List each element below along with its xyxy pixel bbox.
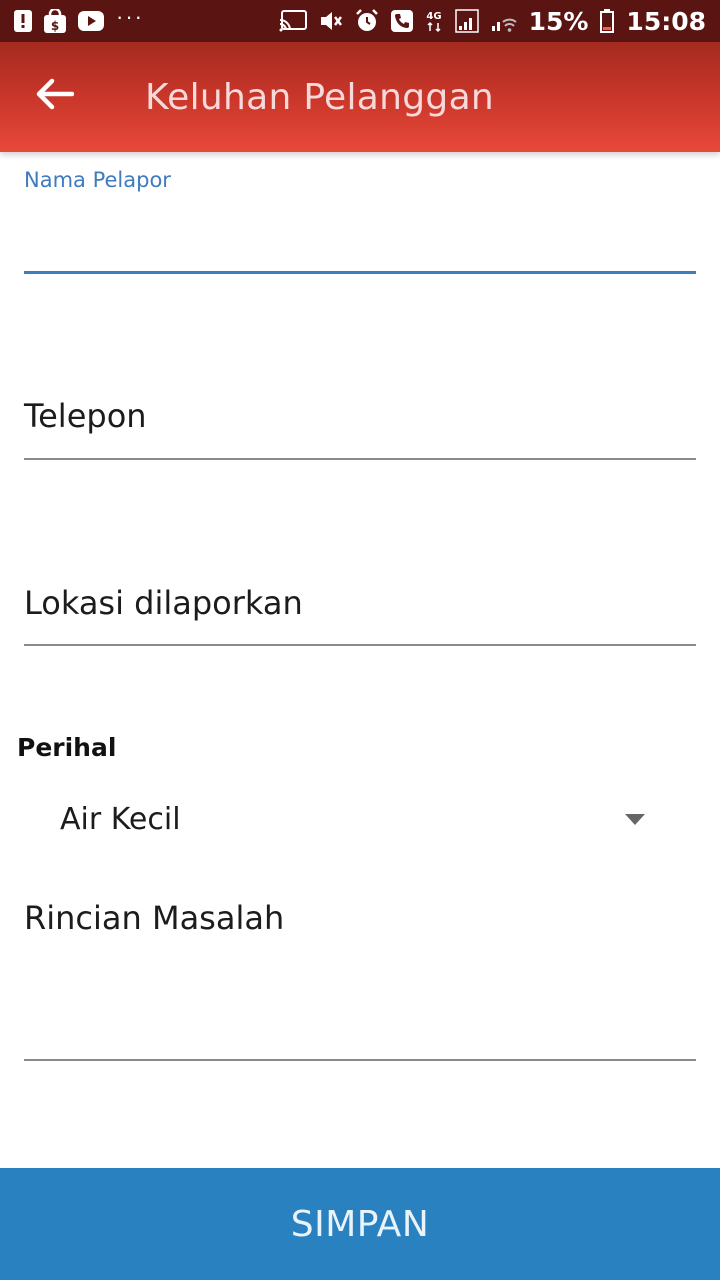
status-bar-right: 4G 15% 15:08 <box>279 7 706 36</box>
back-arrow-icon <box>34 77 75 116</box>
rincian-placeholder: Rincian Masalah <box>24 899 285 937</box>
perihal-selected-value: Air Kecil <box>60 801 181 837</box>
rincian-underline <box>24 1059 696 1061</box>
telepon-placeholder: Telepon <box>24 397 147 435</box>
status-bar-left: $ ··· <box>14 4 144 33</box>
status-time: 15:08 <box>626 6 706 36</box>
app-bar: Keluhan Pelanggan <box>0 42 720 152</box>
telepon-field[interactable]: Telepon <box>24 385 696 465</box>
nama-pelapor-underline <box>24 271 696 274</box>
call-icon <box>390 10 413 32</box>
wifi-icon <box>491 10 517 32</box>
alarm-icon <box>355 9 379 33</box>
mute-icon <box>319 10 343 32</box>
svg-text:4G: 4G <box>426 11 441 22</box>
nama-pelapor-input[interactable] <box>24 216 696 266</box>
lokasi-underline <box>24 644 696 646</box>
network-4g-icon: 4G <box>425 9 443 33</box>
telepon-underline <box>24 458 696 460</box>
svg-text:$: $ <box>51 19 59 33</box>
perihal-dropdown[interactable]: Air Kecil <box>60 795 660 843</box>
nama-pelapor-field[interactable]: Nama Pelapor <box>24 168 696 278</box>
more-dots-icon: ··· <box>116 4 144 29</box>
status-bar: $ ··· 4G 15% 15:08 <box>0 0 720 42</box>
page-title: Keluhan Pelanggan <box>145 77 495 118</box>
lokasi-placeholder: Lokasi dilaporkan <box>24 584 303 622</box>
signal-icon <box>454 9 479 33</box>
battery-percent: 15% <box>528 6 589 36</box>
shopping-bag-icon: $ <box>44 9 66 33</box>
perihal-label: Perihal <box>17 733 117 762</box>
nama-pelapor-label: Nama Pelapor <box>24 168 171 192</box>
alert-icon <box>14 10 32 32</box>
dropdown-arrow-icon <box>625 813 645 825</box>
save-button[interactable]: SIMPAN <box>0 1168 720 1280</box>
lokasi-field[interactable]: Lokasi dilaporkan <box>24 572 696 652</box>
rincian-field[interactable]: Rincian Masalah <box>24 885 696 1065</box>
youtube-icon <box>78 11 104 31</box>
back-button[interactable] <box>30 72 78 120</box>
save-button-label: SIMPAN <box>290 1203 430 1245</box>
battery-icon <box>600 9 615 33</box>
cast-icon <box>279 10 307 32</box>
